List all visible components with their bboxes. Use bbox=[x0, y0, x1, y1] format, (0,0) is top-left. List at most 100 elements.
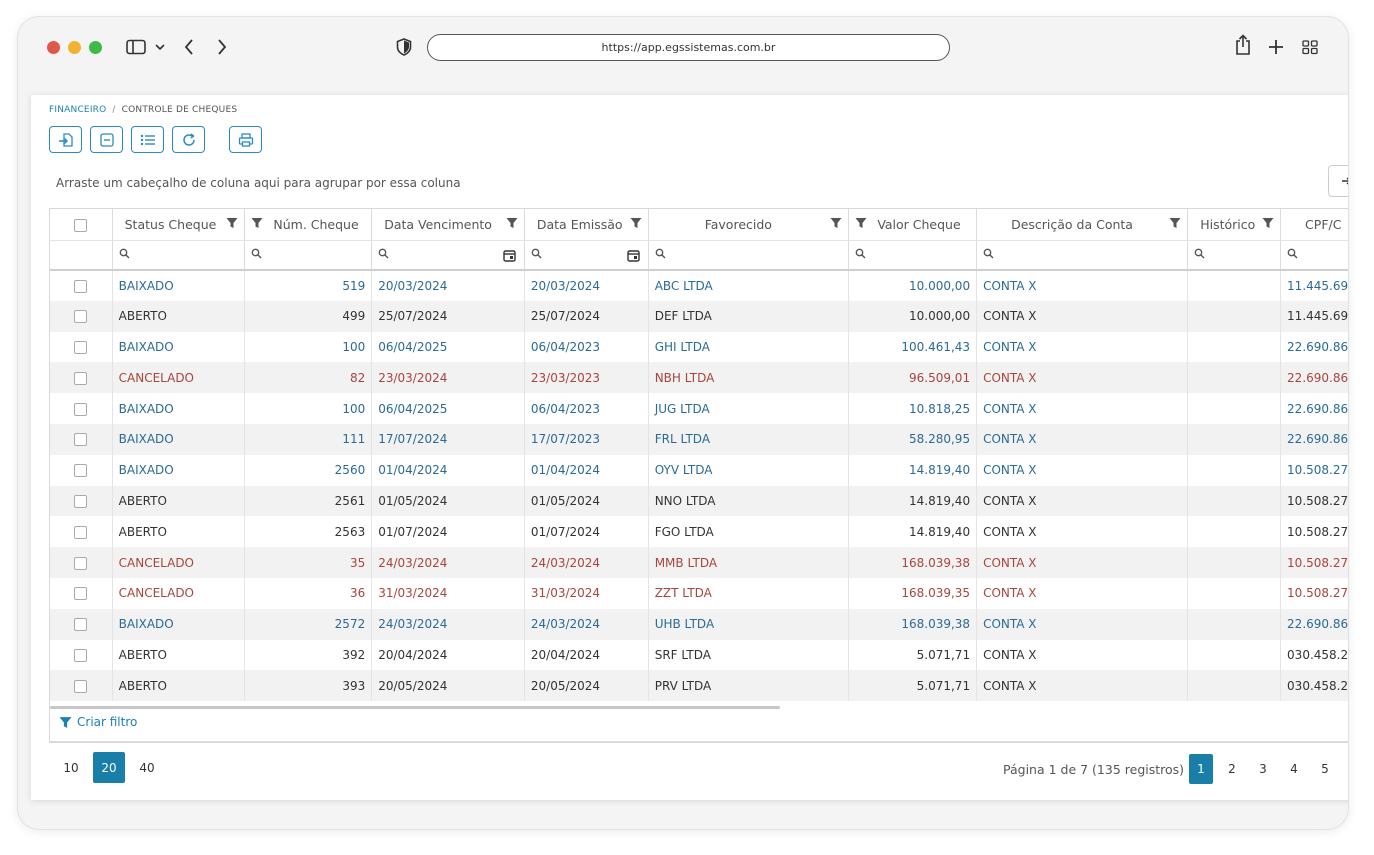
select-all-checkbox[interactable] bbox=[74, 218, 88, 232]
shield-icon[interactable] bbox=[396, 37, 412, 57]
calendar-icon[interactable] bbox=[503, 249, 516, 265]
breadcrumb-financeiro[interactable]: FINANCEIRO bbox=[49, 105, 106, 115]
back-icon[interactable] bbox=[184, 37, 194, 57]
filter-cell-status[interactable] bbox=[112, 240, 246, 271]
row-checkbox[interactable] bbox=[74, 279, 88, 293]
filter-icon[interactable] bbox=[506, 217, 518, 232]
page-button-1[interactable]: 1 bbox=[1189, 754, 1213, 784]
col-header-cpf[interactable]: CPF/C bbox=[1280, 209, 1348, 241]
col-header-historico[interactable]: Histórico bbox=[1187, 209, 1282, 241]
filter-cell-num[interactable] bbox=[244, 240, 373, 271]
url-bar[interactable]: https://app.egssistemas.com.br bbox=[427, 34, 950, 61]
row-checkbox[interactable] bbox=[74, 679, 88, 693]
refresh-button[interactable] bbox=[172, 126, 205, 153]
table-row[interactable]: ABERTO 2563 01/07/2024 01/07/2024 FGO LTDA 14… bbox=[50, 516, 1348, 548]
num-cell: 519 bbox=[244, 270, 373, 301]
col-header-vencimento[interactable]: Data Vencimento bbox=[371, 209, 525, 241]
sidebar-toggle-icon[interactable] bbox=[126, 37, 146, 57]
table-row[interactable]: BAIXADO 519 20/03/2024 20/03/2024 ABC LTDA 10… bbox=[50, 270, 1348, 301]
col-header-conta[interactable]: Descrição da Conta bbox=[976, 209, 1189, 241]
page-button-5[interactable]: 5 bbox=[1313, 754, 1337, 784]
filter-icon[interactable] bbox=[251, 217, 263, 232]
maximize-window-button[interactable] bbox=[89, 41, 102, 54]
table-row[interactable]: ABERTO 393 20/05/2024 20/05/2024 PRV LTDA 5.0… bbox=[50, 670, 1348, 702]
table-row[interactable]: CANCELADO 36 31/03/2024 31/03/2024 ZZT LTDA 1… bbox=[50, 577, 1348, 609]
export-button[interactable] bbox=[1328, 165, 1348, 197]
new-tab-icon[interactable] bbox=[1268, 37, 1284, 57]
forward-icon[interactable] bbox=[217, 37, 227, 57]
filter-cell-conta[interactable] bbox=[976, 240, 1189, 271]
table-row[interactable]: ABERTO 499 25/07/2024 25/07/2024 DEF LTDA 10.… bbox=[50, 300, 1348, 332]
row-checkbox[interactable] bbox=[74, 310, 88, 324]
row-select-cell bbox=[50, 454, 113, 486]
collapse-icon bbox=[99, 132, 114, 147]
filter-icon[interactable] bbox=[1262, 217, 1274, 232]
table-row[interactable]: ABERTO 2561 01/05/2024 01/05/2024 NNO LTDA 14… bbox=[50, 485, 1348, 517]
table-row[interactable]: BAIXADO 2560 01/04/2024 01/04/2024 OYV LTDA 1… bbox=[50, 454, 1348, 486]
page-button-3[interactable]: 3 bbox=[1251, 754, 1275, 784]
table-row[interactable]: BAIXADO 100 06/04/2025 06/04/2023 JUG LTDA 10… bbox=[50, 393, 1348, 424]
table-row[interactable]: CANCELADO 82 23/03/2024 23/03/2023 NBH LTDA 9… bbox=[50, 362, 1348, 394]
filter-icon[interactable] bbox=[855, 217, 867, 232]
conta-cell: CONTA X bbox=[976, 516, 1189, 548]
filter-cell-historico[interactable] bbox=[1187, 240, 1282, 271]
list-button[interactable] bbox=[131, 126, 164, 153]
filter-icon[interactable] bbox=[226, 217, 238, 232]
vencimento-cell: 06/04/2025 bbox=[371, 331, 525, 363]
close-window-button[interactable] bbox=[47, 41, 60, 54]
status-cell: ABERTO bbox=[112, 516, 246, 548]
page-size-40[interactable]: 40 bbox=[131, 752, 163, 783]
row-checkbox[interactable] bbox=[74, 402, 88, 416]
row-select-cell bbox=[50, 608, 113, 640]
row-checkbox[interactable] bbox=[74, 494, 88, 508]
filter-cell-favorecido[interactable] bbox=[648, 240, 850, 271]
page-size-10[interactable]: 10 bbox=[55, 752, 87, 783]
table-row[interactable]: ABERTO 392 20/04/2024 20/04/2024 SRF LTDA 5.0… bbox=[50, 639, 1348, 671]
row-checkbox[interactable] bbox=[74, 648, 88, 662]
calendar-icon[interactable] bbox=[627, 249, 640, 265]
print-button[interactable] bbox=[229, 126, 262, 153]
import-button[interactable] bbox=[49, 126, 82, 153]
create-filter-link[interactable]: Criar filtro bbox=[59, 715, 137, 729]
table-row[interactable]: BAIXADO 111 17/07/2024 17/07/2023 FRL LTDA 58… bbox=[50, 423, 1348, 455]
col-header-num[interactable]: Núm. Cheque bbox=[244, 209, 373, 241]
col-header-favorecido[interactable]: Favorecido bbox=[648, 209, 850, 241]
import-icon bbox=[58, 132, 73, 147]
historico-cell bbox=[1187, 331, 1282, 363]
horizontal-scrollbar[interactable] bbox=[50, 706, 780, 709]
row-checkbox[interactable] bbox=[74, 618, 88, 632]
filter-icon[interactable] bbox=[630, 217, 642, 232]
filter-icon[interactable] bbox=[830, 217, 842, 232]
chevron-down-icon[interactable] bbox=[155, 37, 165, 57]
row-checkbox[interactable] bbox=[74, 556, 88, 570]
minimize-window-button[interactable] bbox=[68, 41, 81, 54]
col-header-emissao[interactable]: Data Emissão bbox=[524, 209, 649, 241]
search-icon bbox=[1194, 248, 1205, 262]
row-checkbox[interactable] bbox=[74, 371, 88, 385]
historico-cell bbox=[1187, 547, 1282, 578]
filter-cell-valor[interactable] bbox=[848, 240, 978, 271]
row-checkbox[interactable] bbox=[74, 340, 88, 354]
filter-icon[interactable] bbox=[1169, 217, 1181, 232]
table-row[interactable]: BAIXADO 2572 24/03/2024 24/03/2024 UHB LTDA 1… bbox=[50, 608, 1348, 640]
emissao-cell: 01/05/2024 bbox=[524, 485, 649, 517]
row-checkbox[interactable] bbox=[74, 464, 88, 478]
col-header-status[interactable]: Status Cheque bbox=[112, 209, 246, 241]
row-checkbox[interactable] bbox=[74, 587, 88, 601]
page-button-4[interactable]: 4 bbox=[1282, 754, 1306, 784]
share-icon[interactable] bbox=[1235, 34, 1251, 55]
row-select-cell bbox=[50, 270, 113, 301]
table-row[interactable]: BAIXADO 100 06/04/2025 06/04/2023 GHI LTDA 10… bbox=[50, 331, 1348, 363]
filter-cell-cpf[interactable] bbox=[1280, 240, 1348, 271]
row-checkbox[interactable] bbox=[74, 525, 88, 539]
page-button-2[interactable]: 2 bbox=[1220, 754, 1244, 784]
filter-cell-emissao[interactable] bbox=[524, 240, 649, 271]
group-panel-hint[interactable]: Arraste um cabeçalho de coluna aqui para… bbox=[56, 176, 461, 190]
page-size-20[interactable]: 20 bbox=[93, 752, 125, 783]
table-row[interactable]: CANCELADO 35 24/03/2024 24/03/2024 MMB LTDA 1… bbox=[50, 547, 1348, 578]
collapse-button[interactable] bbox=[90, 126, 123, 153]
col-header-valor[interactable]: Valor Cheque bbox=[848, 209, 978, 241]
tab-overview-icon[interactable] bbox=[1302, 37, 1318, 57]
filter-cell-vencimento[interactable] bbox=[371, 240, 525, 271]
row-checkbox[interactable] bbox=[74, 433, 88, 447]
